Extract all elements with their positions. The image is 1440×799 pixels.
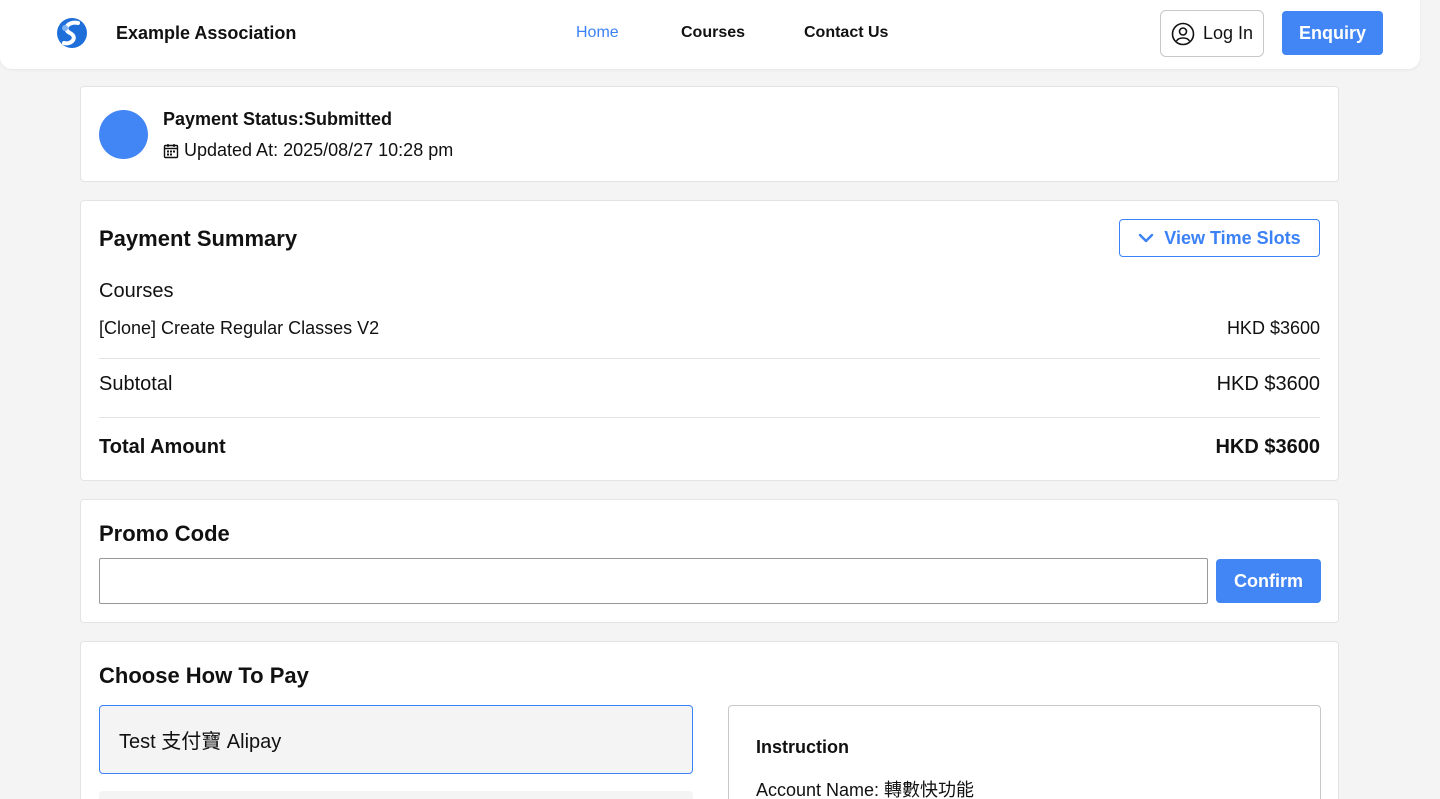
promo-code-input[interactable] <box>99 558 1208 604</box>
payment-option[interactable] <box>99 791 693 799</box>
divider <box>99 417 1320 418</box>
divider <box>99 358 1320 359</box>
total-row: Total Amount HKD $3600 <box>99 436 1320 459</box>
course-name: [Clone] Create Regular Classes V2 <box>99 318 380 338</box>
updated-at: Updated At: 2025/08/27 10:28 pm <box>163 140 453 161</box>
subtotal-value: HKD $3600 <box>1216 373 1320 395</box>
choose-how-to-pay-title: Choose How To Pay <box>99 663 309 688</box>
promo-code-card: Promo Code Confirm <box>80 499 1339 623</box>
updated-at-text: Updated At: 2025/08/27 10:28 pm <box>184 140 454 160</box>
instruction-account-name: Account Name: 轉數快功能 <box>756 780 975 799</box>
view-time-slots-button[interactable]: View Time Slots <box>1119 219 1320 257</box>
instruction-title: Instruction <box>756 737 849 757</box>
payment-status-card: Payment Status:Submitted Updated At: 202… <box>80 86 1339 182</box>
total-label: Total Amount <box>99 436 226 458</box>
subtotal-label: Subtotal <box>99 373 173 395</box>
promo-code-title: Promo Code <box>99 521 230 546</box>
user-circle-icon <box>1171 22 1195 45</box>
payment-status-title: Payment Status:Submitted <box>163 109 393 129</box>
status-indicator <box>99 110 148 159</box>
top-navbar: Example Association Home Courses Contact… <box>0 0 1420 69</box>
enquiry-button[interactable]: Enquiry <box>1282 11 1383 55</box>
subtotal-row: Subtotal HKD $3600 <box>99 373 1320 396</box>
payment-option-alipay[interactable]: Test 支付寶 Alipay <box>99 705 693 774</box>
brand-name[interactable]: Example Association <box>116 23 296 44</box>
login-button[interactable]: Log In <box>1160 10 1264 57</box>
view-time-slots-label: View Time Slots <box>1164 227 1301 248</box>
payment-summary-card: Payment Summary View Time Slots Courses … <box>80 200 1339 481</box>
calendar-icon <box>163 143 179 158</box>
payment-method-card: Choose How To Pay Test 支付寶 Alipay Instru… <box>80 641 1339 799</box>
payment-summary-title: Payment Summary <box>99 226 298 251</box>
association-logo-icon[interactable] <box>56 17 88 49</box>
total-value: HKD $3600 <box>1215 436 1320 458</box>
course-line-item: [Clone] Create Regular Classes V2 HKD $3… <box>99 318 1320 339</box>
nav-courses[interactable]: Courses <box>681 24 745 42</box>
instruction-panel: Instruction Account Name: 轉數快功能 <box>728 705 1321 799</box>
nav-contact-us[interactable]: Contact Us <box>804 24 888 42</box>
confirm-button[interactable]: Confirm <box>1216 559 1321 603</box>
course-price: HKD $3600 <box>1226 318 1320 338</box>
chevron-down-icon <box>1139 233 1154 243</box>
courses-label: Courses <box>99 280 174 302</box>
nav-home[interactable]: Home <box>576 24 619 42</box>
login-label: Log In <box>1202 23 1254 43</box>
